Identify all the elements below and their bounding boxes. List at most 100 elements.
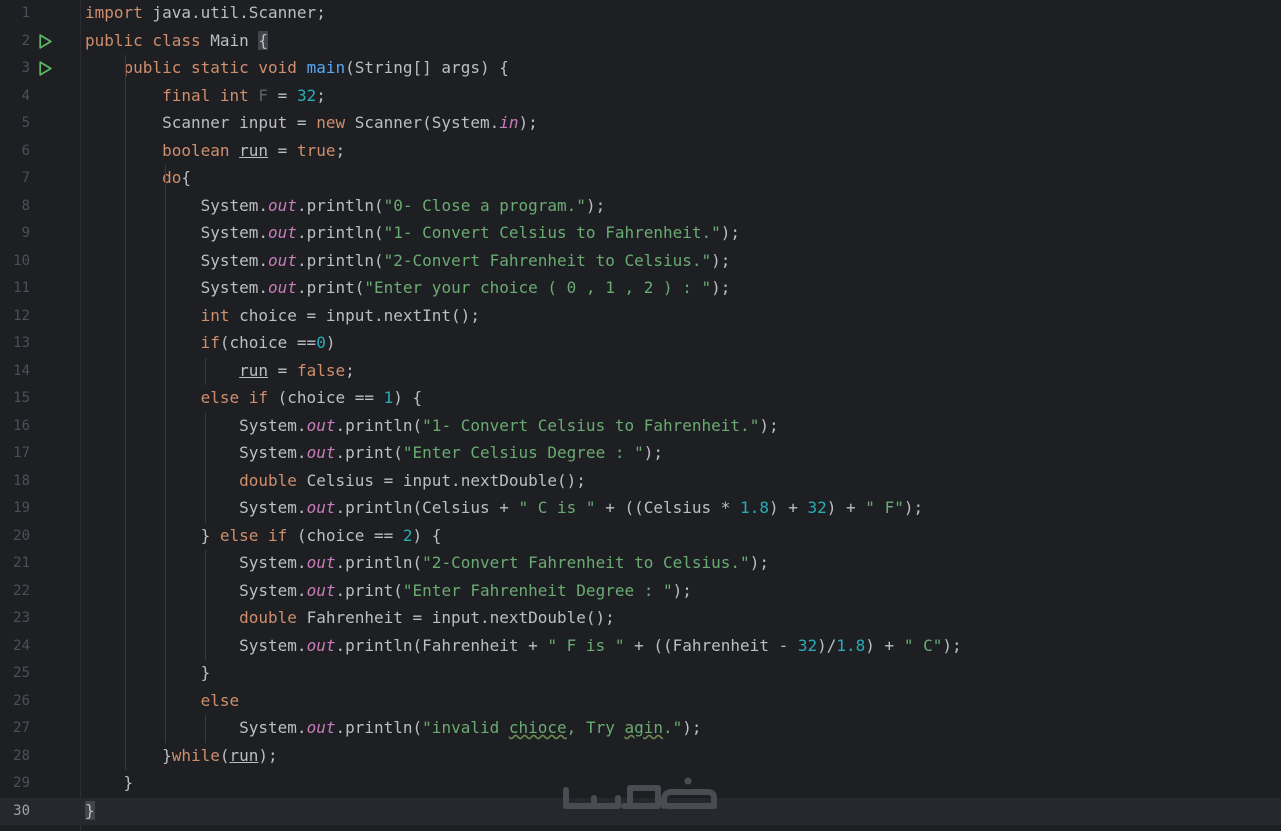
code-line[interactable]: 9 System.out.println("1- Convert Celsius… [0,220,1281,247]
code-text[interactable]: System.out.println(Fahrenheit + " F is "… [85,635,961,656]
code-line[interactable]: 23 double Fahrenheit = input.nextDouble(… [0,605,1281,632]
code-text[interactable]: System.out.print("Enter Fahrenheit Degre… [85,581,692,601]
code-text[interactable]: } [85,773,134,793]
code-line[interactable]: 19 System.out.println(Celsius + " C is "… [0,495,1281,522]
code-line[interactable]: 20 } else if (choice == 2) { [0,523,1281,550]
line-number[interactable]: 11 [0,280,30,297]
code-text[interactable]: public class Main { [85,30,269,51]
line-number[interactable]: 8 [0,198,30,215]
line-number[interactable]: 7 [0,170,30,187]
line-number[interactable]: 19 [0,500,30,517]
line-number[interactable]: 25 [0,665,30,682]
line-number[interactable]: 3 [0,60,30,77]
code-text[interactable]: System.out.println("1- Convert Celsius t… [85,223,740,243]
code-line[interactable]: 6 boolean run = true; [0,138,1281,165]
code-line[interactable]: 25 } [0,660,1281,687]
code-text[interactable]: System.out.println("2-Convert Fahrenheit… [85,251,731,271]
code-text[interactable]: }while(run); [85,746,278,766]
code-text[interactable]: System.out.println("1- Convert Celsius t… [85,416,778,436]
code-text[interactable]: final int F = 32; [85,86,326,106]
code-text[interactable]: Scanner input = new Scanner(System.in); [85,113,538,133]
code-token: "2-Convert Fahrenheit to Celsius." [422,553,750,572]
code-line[interactable]: 18 double Celsius = input.nextDouble(); [0,468,1281,495]
line-number[interactable]: 15 [0,390,30,407]
code-line[interactable]: 28 }while(run); [0,743,1281,770]
code-line[interactable]: 15 else if (choice == 1) { [0,385,1281,412]
code-text[interactable]: if(choice ==0) [85,333,336,353]
code-line[interactable]: 8 System.out.println("0- Close a program… [0,193,1281,220]
line-number[interactable]: 1 [0,5,30,22]
code-line[interactable]: 2 public class Main { [0,28,1281,55]
code-text[interactable]: else if (choice == 1) { [85,388,423,408]
line-number[interactable]: 22 [0,583,30,600]
code-line[interactable]: 24 System.out.println(Fahrenheit + " F i… [0,633,1281,660]
code-line[interactable]: 14 run = false; [0,358,1281,385]
code-text[interactable]: System.out.println("0- Close a program."… [85,195,606,216]
line-number[interactable]: 5 [0,115,30,132]
code-text[interactable]: System.out.print("Enter your choice ( 0 … [85,278,731,298]
line-number[interactable]: 10 [0,253,30,270]
code-text[interactable]: double Celsius = input.nextDouble(); [85,471,586,491]
code-line[interactable]: 3 public static void main(String[] args)… [0,55,1281,82]
code-token: 0 [316,333,326,352]
code-line[interactable]: 22 System.out.print("Enter Fahrenheit De… [0,578,1281,605]
line-number[interactable]: 12 [0,308,30,325]
line-number[interactable]: 30 [0,803,30,820]
line-number[interactable]: 13 [0,335,30,352]
run-icon[interactable] [37,60,54,77]
code-text[interactable]: System.out.println(Celsius + " C is " + … [85,498,923,518]
code-text[interactable]: import java.util.Scanner; [85,3,326,23]
line-number[interactable]: 23 [0,610,30,627]
code-line[interactable]: 10 System.out.println("2-Convert Fahrenh… [0,248,1281,275]
code-line[interactable]: 21 System.out.println("2-Convert Fahrenh… [0,550,1281,577]
code-token: "invalid [422,718,509,737]
code-line[interactable]: 26 else [0,688,1281,715]
code-text[interactable]: } else if (choice == 2) { [85,526,442,546]
code-text[interactable]: System.out.println("invalid chioce, Try … [85,718,701,738]
code-line[interactable]: 17 System.out.print("Enter Celsius Degre… [0,440,1281,467]
line-number[interactable]: 24 [0,638,30,655]
line-number[interactable]: 26 [0,693,30,710]
code-editor[interactable]: 1 import java.util.Scanner; 2 public class … [0,0,1281,831]
code-token: ) + [865,635,904,655]
code-text[interactable]: else [85,691,240,711]
line-number[interactable]: 28 [0,748,30,765]
code-text[interactable]: } [85,663,211,683]
code-line[interactable]: 4 final int F = 32; [0,83,1281,110]
code-line[interactable]: 11 System.out.print("Enter your choice (… [0,275,1281,302]
line-number[interactable]: 4 [0,88,30,105]
line-number[interactable]: 20 [0,528,30,545]
line-number[interactable]: 17 [0,445,30,462]
code-line[interactable]: 12 int choice = input.nextInt(); [0,303,1281,330]
run-icon[interactable] [37,33,54,50]
line-number[interactable]: 27 [0,720,30,737]
code-token: ); [903,498,924,517]
code-line[interactable]: 1 import java.util.Scanner; [0,0,1281,27]
code-line[interactable]: 16 System.out.println("1- Convert Celsiu… [0,413,1281,440]
code-token: .println( [296,195,384,215]
code-token: .println(Fahrenheit + [335,635,548,655]
code-line[interactable]: 5 Scanner input = new Scanner(System.in)… [0,110,1281,137]
code-line[interactable]: 7 do{ [0,165,1281,192]
code-token: true [296,140,336,160]
line-number[interactable]: 21 [0,555,30,572]
code-token: Fahrenheit = input.nextDouble(); [306,608,615,627]
line-number[interactable]: 18 [0,473,30,490]
code-text[interactable]: } [85,800,95,821]
code-text[interactable]: int choice = input.nextInt(); [85,306,480,326]
line-number[interactable]: 6 [0,143,30,160]
line-number[interactable]: 29 [0,775,30,792]
code-text[interactable]: do{ [85,168,191,188]
code-token: public static void [123,58,307,77]
code-text[interactable]: public static void main(String[] args) { [85,58,509,78]
line-number[interactable]: 9 [0,225,30,242]
code-token: { [181,168,191,187]
code-text[interactable]: System.out.print("Enter Celsius Degree :… [85,443,663,463]
code-text[interactable]: System.out.println("2-Convert Fahrenheit… [85,553,769,573]
code-token: ) { [393,388,423,407]
line-number[interactable]: 14 [0,363,30,380]
code-line[interactable]: 27 System.out.println("invalid chioce, T… [0,715,1281,742]
line-number[interactable]: 2 [0,33,30,50]
code-line[interactable]: 13 if(choice ==0) [0,330,1281,357]
line-number[interactable]: 16 [0,418,30,435]
